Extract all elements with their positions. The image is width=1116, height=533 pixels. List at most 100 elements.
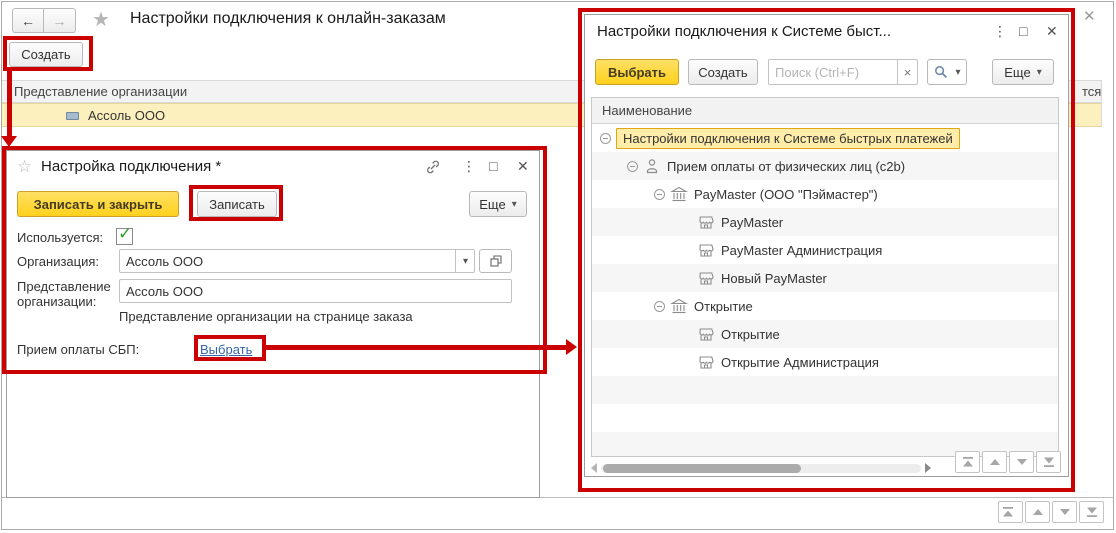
tree-row[interactable]: Настройки подключения к Системе быстрых … [592,124,1058,152]
sbp-select-link[interactable]: Выбрать [200,342,252,357]
shop-icon [697,213,715,231]
popup-more-button[interactable]: Еще ▾ [992,59,1054,85]
history-nav: ← → [12,8,76,33]
dialog-maximize-icon[interactable]: □ [489,158,497,174]
scroll-left-icon[interactable] [591,463,597,473]
nav-last-icon [1040,454,1058,470]
repr-input[interactable] [119,279,512,303]
create-button-label: Создать [21,47,70,62]
go-up-button[interactable] [1025,501,1050,523]
go-down-button[interactable] [1052,501,1077,523]
tree-row[interactable]: Открытие [592,320,1058,348]
search-input[interactable] [768,59,898,85]
create-button[interactable]: Создать [9,42,83,67]
shop-icon [697,269,715,287]
open-value-icon [488,253,504,269]
scrollbar-thumb[interactable] [603,464,801,473]
tree-row-label: Открытие [694,299,753,314]
expander-minus-icon[interactable] [627,161,638,172]
popup-create-button[interactable]: Создать [688,59,758,85]
org-label: Организация: [17,254,99,269]
nav-up-icon [1029,504,1047,520]
scrollbar-track[interactable] [601,464,921,473]
clear-icon: × [904,65,912,80]
link-chain-icon[interactable] [425,159,441,175]
save-button[interactable]: Записать [197,191,277,217]
expander-minus-icon[interactable] [600,133,611,144]
chevron-down-icon: ▾ [955,67,960,78]
popup-go-first-button[interactable] [955,451,980,473]
horizontal-scrollbar[interactable] [591,461,931,475]
org-input[interactable] [119,249,475,273]
expander-minus-icon[interactable] [654,301,665,312]
tree-row[interactable]: PayMaster Администрация [592,236,1058,264]
used-checkbox[interactable]: ✓ [116,228,133,245]
annotation-arrow-line-vertical [7,71,12,137]
tree-header[interactable]: Наименование [592,98,1058,124]
tree-row-label: PayMaster (ООО "Пэймастер") [694,187,878,202]
favorite-star-icon[interactable]: ★ [92,7,110,32]
tree-row[interactable]: PayMaster [592,208,1058,236]
tree-row-label: Новый PayMaster [721,271,827,286]
dialog-menu-icon[interactable]: ⋮ [462,158,476,175]
annotation-arrowhead-right [566,339,577,355]
chevron-down-icon: ▾ [512,199,517,210]
popup-select-label: Выбрать [608,65,666,80]
screenshot-root: ← → ★ Настройки подключения к онлайн-зак… [0,0,1116,533]
popup-go-down-button[interactable] [1009,451,1034,473]
popup-select-button[interactable]: Выбрать [595,59,679,85]
search-magnifier-icon [933,64,949,80]
shop-icon [697,241,715,259]
page-title: Настройки подключения к онлайн-заказам [130,10,446,28]
go-last-button[interactable] [1079,501,1104,523]
save-and-close-label: Записать и закрыть [34,197,163,212]
popup-close-icon[interactable]: ✕ [1046,23,1058,40]
annotation-arrow-line-horizontal [266,345,566,350]
dialog-more-button[interactable]: Еще ▾ [469,191,527,217]
person-icon [643,157,661,175]
go-first-button[interactable] [998,501,1023,523]
search-clear-button[interactable]: × [898,59,918,85]
forward-button[interactable]: → [44,8,76,33]
popup-go-last-button[interactable] [1036,451,1061,473]
popup-more-label: Еще [1004,65,1030,80]
dialog-close-icon[interactable]: ✕ [517,158,529,175]
back-icon: ← [21,13,35,29]
annotation-arrowhead-down [1,136,17,147]
search-options-button[interactable]: ▾ [927,59,967,85]
nav-down-icon [1013,454,1031,470]
save-and-close-button[interactable]: Записать и закрыть [17,191,179,217]
popup-maximize-icon[interactable]: □ [1019,23,1027,39]
expander-minus-icon[interactable] [654,189,665,200]
dialog-star-icon[interactable]: ☆ [17,157,32,177]
scroll-right-icon[interactable] [925,463,931,473]
org-open-button[interactable] [479,249,512,273]
tree-row-label: Открытие Администрация [721,355,879,370]
chevron-down-icon: ▾ [1037,67,1042,78]
bank-icon [670,185,688,203]
forward-icon: → [53,13,67,29]
main-close-icon[interactable]: ✕ [1083,7,1096,25]
tree-row[interactable]: PayMaster (ООО "Пэймастер") [592,180,1058,208]
nav-first-icon [959,454,977,470]
back-button[interactable]: ← [12,8,44,33]
tree-header-label: Наименование [602,103,692,118]
dialog-more-label: Еще [479,197,505,212]
tree-row-label: Открытие [721,327,780,342]
used-label: Используется: [17,230,103,245]
popup-menu-icon[interactable]: ⋮ [993,23,1007,40]
dialog-title: Настройка подключения * [41,158,221,175]
repr-hint: Представление организации на странице за… [119,309,413,324]
tree-row[interactable]: Прием оплаты от физических лиц (c2b) [592,152,1058,180]
tree-row[interactable]: Открытие [592,292,1058,320]
dialog-titlebar[interactable]: ☆ Настройка подключения * ⋮ □ ✕ [7,151,539,183]
popup-create-label: Создать [698,65,747,80]
tree-list: Наименование Настройки подключения к Сис… [591,97,1059,457]
catalog-item-icon [66,112,79,120]
tree-row[interactable]: Открытие Администрация [592,348,1058,376]
popup-go-up-button[interactable] [982,451,1007,473]
nav-last-icon [1083,504,1101,520]
tree-row[interactable]: Новый PayMaster [592,264,1058,292]
org-dropdown-icon[interactable]: ▾ [455,249,475,273]
nav-down-icon [1056,504,1074,520]
